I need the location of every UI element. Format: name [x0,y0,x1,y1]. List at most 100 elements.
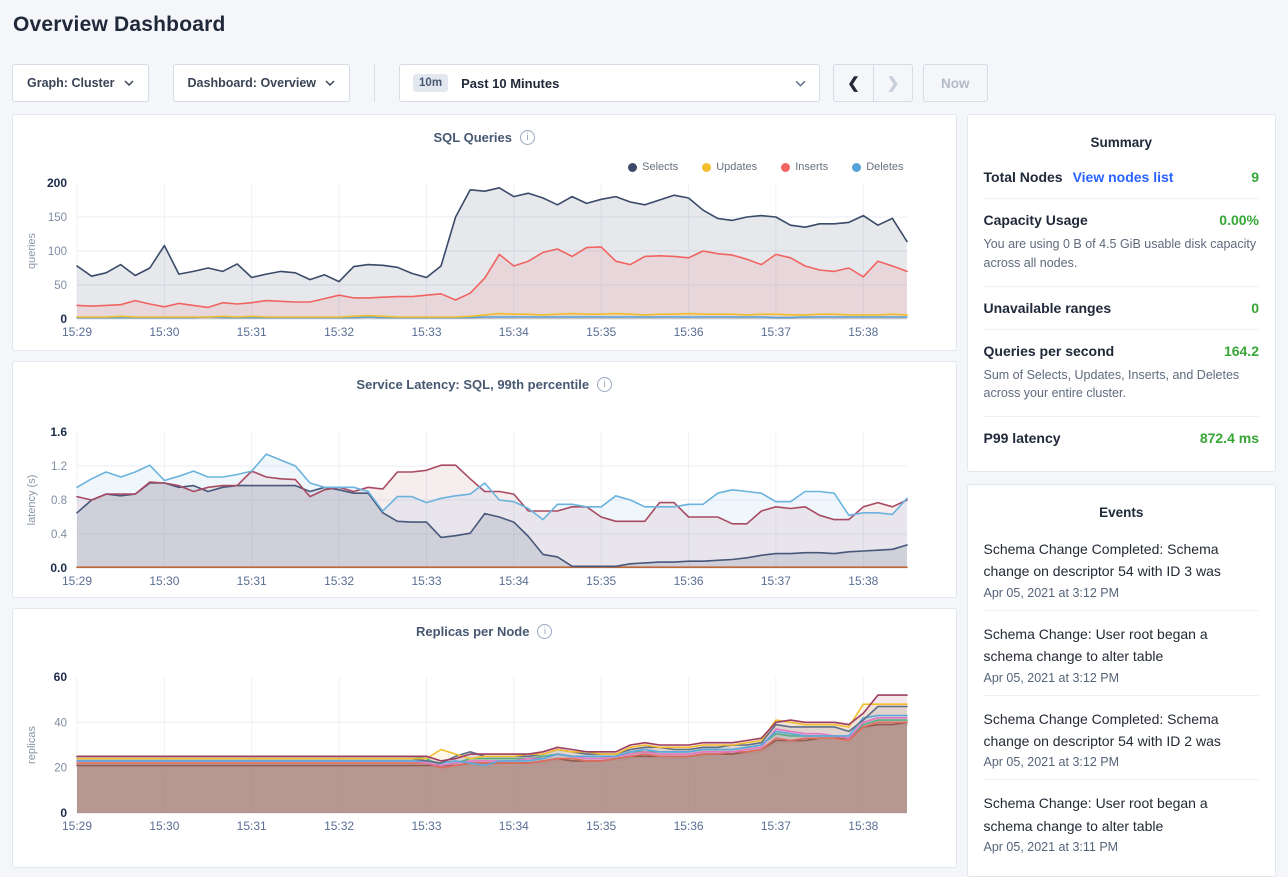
chart-title: Service Latency: SQL, 99th percentile [356,377,589,392]
time-window-label: Past 10 Minutes [461,76,782,91]
summary-label: Unavailable ranges [984,300,1112,316]
sql-queries-chart-panel: SQL Queries i Selects Updates Inserts De… [12,114,957,351]
replicas-per-node-chart-panel: Replicas per Node i 15:2915:3015:3115:32… [12,608,957,868]
event-message: Schema Change: User root began a schema … [984,623,1260,668]
legend-item-inserts[interactable]: Inserts [781,161,828,173]
svg-text:15:31: 15:31 [237,819,267,833]
svg-text:15:29: 15:29 [62,325,92,339]
svg-text:150: 150 [48,212,67,224]
time-step-buttons: ❮ ❯ [833,64,913,102]
svg-text:15:37: 15:37 [761,325,791,339]
svg-text:15:33: 15:33 [411,819,441,833]
svg-text:40: 40 [54,717,67,729]
now-button[interactable]: Now [923,64,988,102]
main-content: SQL Queries i Selects Updates Inserts De… [12,114,1276,877]
summary-row-queries-per-second: Queries per second 164.2 Sum of Selects,… [984,329,1260,417]
time-range-picker[interactable]: 10m Past 10 Minutes [399,64,820,102]
chevron-down-icon [325,80,335,86]
svg-text:15:38: 15:38 [848,819,878,833]
svg-text:15:34: 15:34 [499,574,529,588]
info-icon[interactable]: i [520,130,535,145]
svg-text:100: 100 [48,246,67,258]
graph-dropdown[interactable]: Graph: Cluster [12,64,149,102]
svg-text:15:36: 15:36 [674,819,704,833]
legend-item-deletes[interactable]: Deletes [852,161,903,173]
view-nodes-list-link[interactable]: View nodes list [1073,169,1174,185]
chart-title: SQL Queries [433,130,512,145]
event-message: Schema Change Completed: Schema change o… [984,538,1260,583]
svg-text:1.2: 1.2 [51,461,67,473]
event-timestamp: Apr 05, 2021 at 3:12 PM [984,755,1260,769]
event-timestamp: Apr 05, 2021 at 3:12 PM [984,586,1260,600]
dashboard-dropdown[interactable]: Dashboard: Overview [173,64,351,102]
svg-text:15:32: 15:32 [324,325,354,339]
svg-text:15:37: 15:37 [761,819,791,833]
svg-text:15:34: 15:34 [499,819,529,833]
event-item[interactable]: Schema Change Completed: Schema change o… [984,695,1260,780]
legend-label: Inserts [795,161,828,173]
service-latency-chart[interactable]: 15:2915:3015:3115:3215:3315:3415:3515:36… [21,422,951,597]
time-back-button[interactable]: ❮ [834,65,873,101]
event-item[interactable]: Schema Change: User root began a schema … [984,779,1260,864]
info-icon[interactable]: i [597,377,612,392]
info-icon[interactable]: i [537,624,552,639]
summary-row-capacity-usage: Capacity Usage 0.00% You are using 0 B o… [984,198,1260,286]
svg-text:0.4: 0.4 [51,529,68,541]
svg-text:15:30: 15:30 [149,819,179,833]
svg-text:15:38: 15:38 [848,574,878,588]
graph-dropdown-label: Graph: Cluster [27,76,115,90]
chart-title-row: Service Latency: SQL, 99th percentile i [13,362,956,392]
service-latency-chart-panel: Service Latency: SQL, 99th percentile i … [12,361,957,598]
chevron-down-icon [795,80,806,87]
svg-text:15:29: 15:29 [62,819,92,833]
event-item[interactable]: Schema Change Completed: Schema change o… [984,526,1260,610]
svg-text:15:35: 15:35 [586,574,616,588]
svg-text:15:31: 15:31 [237,574,267,588]
svg-text:15:33: 15:33 [411,574,441,588]
page-header: Overview Dashboard [0,0,1288,37]
replicas-per-node-chart[interactable]: 15:2915:3015:3115:3215:3315:3415:3515:36… [21,667,951,842]
svg-text:15:32: 15:32 [324,574,354,588]
summary-row-total-nodes: Total Nodes View nodes list 9 [984,156,1260,198]
summary-caption: You are using 0 B of 4.5 GiB usable disk… [984,235,1260,273]
summary-title: Summary [984,127,1260,156]
event-message: Schema Change: User root began a schema … [984,792,1260,837]
legend-label: Deletes [866,161,903,173]
summary-value: 164.2 [1224,343,1259,359]
event-timestamp: Apr 05, 2021 at 3:12 PM [984,671,1260,685]
svg-text:15:33: 15:33 [411,325,441,339]
charts-column: SQL Queries i Selects Updates Inserts De… [12,114,957,868]
event-timestamp: Apr 05, 2021 at 3:11 PM [984,840,1260,854]
events-title: Events [984,497,1260,526]
legend-item-selects[interactable]: Selects [628,161,678,173]
svg-text:50: 50 [54,280,67,292]
svg-text:60: 60 [54,670,68,684]
svg-text:15:29: 15:29 [62,574,92,588]
summary-label: Capacity Usage [984,212,1088,228]
legend-item-updates[interactable]: Updates [702,161,757,173]
chevron-down-icon [124,80,134,86]
dashboard-dropdown-label: Dashboard: Overview [188,76,317,90]
svg-text:0: 0 [60,806,67,820]
summary-value: 9 [1251,169,1259,185]
chart-title-row: SQL Queries i [13,115,956,145]
summary-label: Queries per second [984,343,1115,359]
toolbar-divider [374,64,375,102]
summary-row-unavailable-ranges: Unavailable ranges 0 [984,286,1260,329]
summary-value: 872.4 ms [1200,430,1259,446]
svg-text:15:38: 15:38 [848,325,878,339]
summary-label: Total Nodes [984,169,1063,185]
sql-queries-chart[interactable]: 15:2915:3015:3115:3215:3315:3415:3515:36… [21,173,951,348]
event-item[interactable]: Schema Change: User root began a schema … [984,610,1260,695]
page-title: Overview Dashboard [13,13,1288,37]
svg-text:15:36: 15:36 [674,325,704,339]
event-message: Schema Change Completed: Schema change o… [984,708,1260,753]
time-forward-button: ❯ [873,65,912,101]
summary-row-p99-latency: P99 latency 872.4 ms [984,416,1260,459]
svg-text:20: 20 [54,763,67,775]
time-window-badge: 10m [413,74,448,92]
svg-text:15:30: 15:30 [149,325,179,339]
svg-text:15:35: 15:35 [586,325,616,339]
legend-label: Updates [716,161,757,173]
summary-panel: Summary Total Nodes View nodes list 9 Ca… [967,114,1277,472]
